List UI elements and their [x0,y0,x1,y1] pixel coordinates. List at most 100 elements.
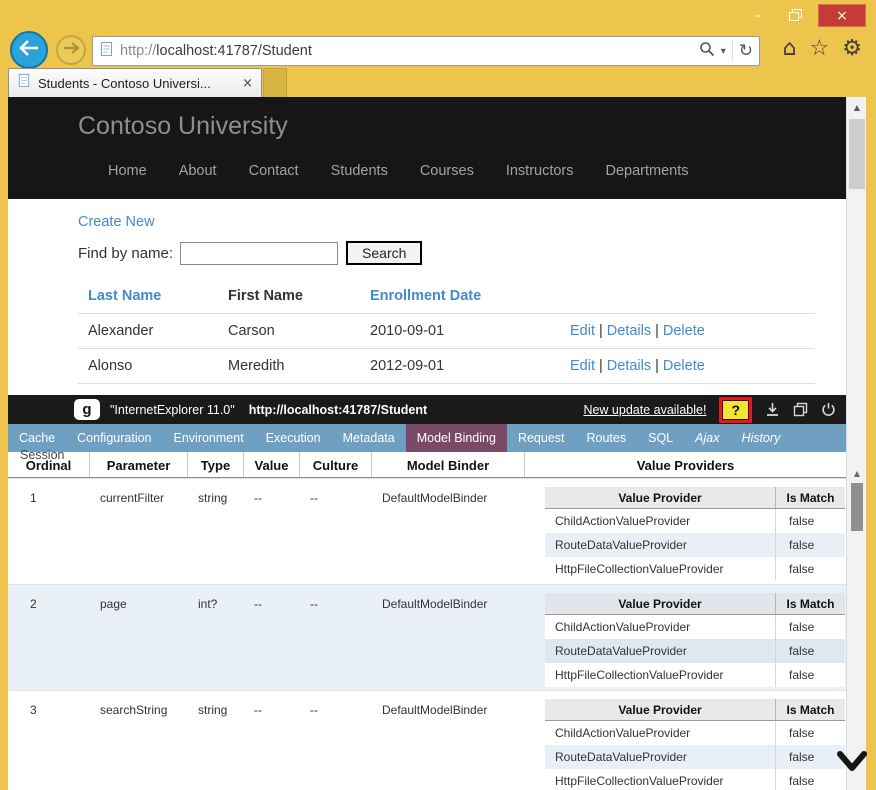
edit-link[interactable]: Edit [570,323,595,339]
edit-link[interactable]: Edit [570,358,595,374]
student-row: Alexander Carson 2010-09-01 Edit|Details… [78,314,815,349]
search-button[interactable]: Search [346,241,422,265]
provider-row: HttpFileCollectionValueProviderfalse [545,769,845,790]
col-parameter: Parameter [90,452,188,477]
students-table: Last Name First Name Enrollment Date Ale… [78,279,815,384]
close-button[interactable]: × [818,4,866,27]
glimpse-tab-request[interactable]: Request [507,424,576,452]
new-tab-button[interactable] [263,68,287,97]
nav-item-instructors[interactable]: Instructors [506,163,574,179]
glimpse-tab-history[interactable]: History [730,424,791,452]
provider-row: ChildActionValueProviderfalse [545,509,845,533]
forward-arrow-icon [63,41,79,59]
settings-gear-icon[interactable]: ⚙ [842,36,862,61]
nav-item-home[interactable]: Home [108,163,147,179]
vertical-scrollbar[interactable]: ▲ ▲ [846,97,866,790]
details-link[interactable]: Details [607,323,651,339]
cell-last-name: Alonso [78,349,218,383]
help-button[interactable]: ? [723,401,748,419]
model-binding-header: Ordinal Parameter Type Value Culture Mod… [8,452,846,478]
glimpse-tab-sql[interactable]: SQL [637,424,684,452]
cell-actions: Edit|Details|Delete [560,349,815,383]
delete-link[interactable]: Delete [663,323,705,339]
col-culture: Culture [300,452,372,477]
update-available-link[interactable]: New update available! [583,403,706,417]
value-providers-table: Value ProviderIs Match ChildActionValueP… [545,593,845,687]
glimpse-scrollbar-thumb[interactable] [851,483,863,531]
glimpse-tab-execution[interactable]: Execution [255,424,332,452]
address-bar[interactable]: http://localhost:41787/Student ▾ ↻ [92,36,760,66]
scroll-up-icon[interactable]: ▲ [847,99,867,115]
minimize-icon: – [755,8,762,24]
glimpse-scroll-up-icon[interactable]: ▲ [847,465,867,481]
close-icon: × [836,8,848,24]
provider-row: RouteDataValueProviderfalse [545,639,845,663]
binding-row: 1 currentFilter string -- -- DefaultMode… [8,478,846,584]
glimpse-logo[interactable]: g [74,399,100,420]
value-providers-table: Value ProviderIs Match ChildActionValueP… [545,699,845,790]
url-text[interactable]: http://localhost:41787/Student [120,43,699,59]
glimpse-tab-ajax[interactable]: Ajax [684,424,730,452]
popout-icon[interactable] [793,402,808,417]
glimpse-request-url: http://localhost:41787/Student [249,403,428,417]
export-icon[interactable] [765,402,780,417]
glimpse-tab-bar: Cache Configuration Environment Executio… [8,424,846,452]
home-icon[interactable]: ⌂ [783,36,797,61]
details-link[interactable]: Details [607,358,651,374]
binding-row: 2 page int? -- -- DefaultModelBinder Val… [8,584,846,690]
glimpse-tab-routes[interactable]: Routes [576,424,638,452]
tab-favicon-icon [17,73,31,93]
provider-row: HttpFileCollectionValueProviderfalse [545,557,845,581]
col-value: Value [244,452,300,477]
col-header-enrollment-date[interactable]: Enrollment Date [360,279,560,313]
nav-item-about[interactable]: About [179,163,217,179]
title-bar: – × [0,0,876,30]
highlight-annotation: ? [719,397,752,423]
find-by-name-label: Find by name: [78,245,173,262]
restore-button[interactable] [780,5,812,27]
create-new-link[interactable]: Create New [78,214,155,230]
tab-close-icon[interactable]: × [242,76,253,91]
browser-tab[interactable]: Students - Contoso Universi... × [8,68,262,97]
glimpse-bar: g "InternetExplorer 11.0" http://localho… [8,395,846,424]
provider-row: ChildActionValueProviderfalse [545,721,845,745]
scroll-down-chevron-icon[interactable] [836,744,868,780]
site-nav: Home About Contact Students Courses Inst… [108,163,689,179]
cell-first-name: Meredith [218,349,360,383]
model-binding-table: Ordinal Parameter Type Value Culture Mod… [8,452,846,790]
provider-row: RouteDataValueProviderfalse [545,533,845,557]
col-header-last-name[interactable]: Last Name [78,279,218,313]
find-by-name-row: Find by name: Search [78,241,422,265]
glimpse-tab-metadata[interactable]: Metadata [332,424,406,452]
student-row: Alonso Meredith 2012-09-01 Edit|Details|… [78,349,815,384]
restore-icon [789,9,803,22]
power-icon[interactable] [821,402,836,417]
nav-item-students[interactable]: Students [331,163,388,179]
nav-item-departments[interactable]: Departments [606,163,689,179]
favorites-star-icon[interactable]: ☆ [810,36,830,61]
nav-item-courses[interactable]: Courses [420,163,474,179]
back-button[interactable] [10,31,48,69]
glimpse-tab-configuration[interactable]: Configuration [66,424,162,452]
refresh-icon[interactable]: ↻ [739,41,753,61]
col-type: Type [188,452,244,477]
address-dropdown-icon[interactable]: ▾ [721,46,726,57]
search-icon[interactable] [699,41,715,62]
provider-row: HttpFileCollectionValueProviderfalse [545,663,845,687]
glimpse-tab-environment[interactable]: Environment [163,424,255,452]
find-by-name-input[interactable] [180,242,338,265]
back-arrow-icon [19,40,39,61]
delete-link[interactable]: Delete [663,358,705,374]
scrollbar-thumb[interactable] [849,119,865,189]
provider-row: ChildActionValueProviderfalse [545,615,845,639]
forward-button[interactable] [56,35,86,65]
site-brand[interactable]: Contoso University [78,112,288,141]
nav-item-contact[interactable]: Contact [249,163,299,179]
glimpse-tab-model-binding[interactable]: Model Binding [406,424,507,452]
glimpse-tab-session[interactable]: Session [20,448,64,462]
cell-actions: Edit|Details|Delete [560,314,815,348]
provider-row: RouteDataValueProviderfalse [545,745,845,769]
cell-last-name: Alexander [78,314,218,348]
minimize-button[interactable]: – [742,5,774,27]
page-viewport: Contoso University Home About Contact St… [8,97,846,790]
